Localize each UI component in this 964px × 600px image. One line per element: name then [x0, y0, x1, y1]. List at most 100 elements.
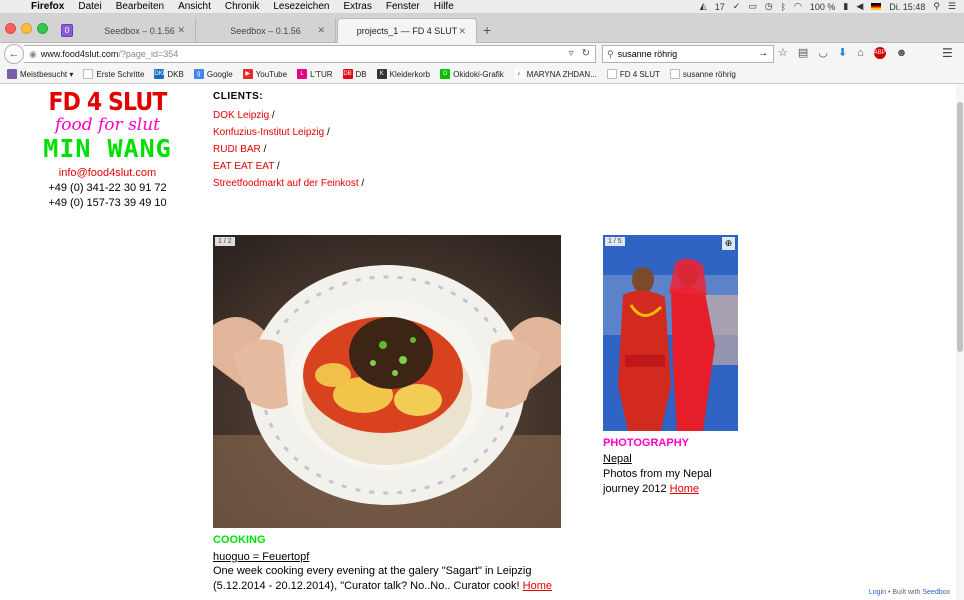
url-bar[interactable]: ◉ www.food4slut.com/?page_id=354 ▿ ↻ — [24, 45, 596, 63]
tab-close-icon[interactable]: ✕ — [458, 26, 466, 37]
check-icon[interactable]: ✓ — [733, 1, 741, 12]
window-close-button[interactable] — [5, 23, 16, 34]
battery-percent[interactable]: 100 % — [810, 2, 836, 12]
bookmark-erste-schritte[interactable]: Erste Schritte — [83, 69, 144, 79]
site-logo[interactable]: FD 4 SLUT food for slut MIN WANG info@fo… — [40, 88, 175, 211]
tab-label: projects_1 — FD 4 SLUT — [356, 26, 458, 36]
wifi-icon[interactable]: ◠ — [794, 1, 802, 12]
bookmark-youtube[interactable]: ▶ YouTube — [242, 69, 287, 79]
navigation-bar: ← ◉ www.food4slut.com/?page_id=354 ▿ ↻ ⚲… — [0, 43, 964, 65]
page-scrollbar[interactable] — [956, 84, 964, 600]
dropdown-icon[interactable]: ▿ — [569, 48, 574, 59]
window-maximize-button[interactable] — [37, 23, 48, 34]
entry-title-huoguo[interactable]: huoguo = Feuertopf — [213, 551, 309, 563]
menu-hilfe[interactable]: Hilfe — [427, 0, 461, 14]
tab-strip: 0 Seedbox – 0.1.56 ✕ Seedbox – 0.1.56 ✕ … — [0, 14, 964, 43]
volume-icon[interactable]: ◀ — [856, 1, 863, 12]
scrollbar-thumb[interactable] — [957, 102, 963, 352]
entry-title-nepal[interactable]: Nepal — [603, 453, 632, 465]
flag-de-icon[interactable] — [871, 3, 882, 10]
tab-seedbox-1[interactable]: Seedbox – 0.1.56 ✕ — [84, 18, 196, 43]
login-link[interactable]: Login — [869, 589, 886, 596]
menu-chronik[interactable]: Chronik — [218, 0, 266, 14]
client-link-konfuzius[interactable]: Konfuzius-Institut Leipzig — [213, 127, 324, 138]
logo-subtitle: food for slut — [54, 115, 161, 135]
back-button[interactable]: ← — [4, 44, 24, 64]
tab-label: Seedbox – 0.1.56 — [230, 25, 301, 36]
menu-ansicht[interactable]: Ansicht — [171, 0, 218, 14]
menu-lesezeichen[interactable]: Lesezeichen — [266, 0, 336, 14]
pinned-tab[interactable]: 0 — [56, 20, 78, 40]
onenote-icon: 0 — [61, 23, 73, 37]
page-footer: Login • Built with Seedbox — [868, 589, 950, 596]
bluetooth-icon[interactable]: ᛒ — [781, 2, 786, 12]
nepal-photo[interactable]: 1 / 5 ⊕ — [603, 235, 738, 431]
page-icon — [83, 69, 94, 79]
entry-desc-nepal: Photos from my Nepal journey 2012 Home — [603, 468, 712, 495]
contact-phone-2: +49 (0) 157-73 39 49 10 — [48, 197, 167, 209]
menu-bearbeiten[interactable]: Bearbeiten — [109, 0, 171, 14]
drive-icon[interactable]: ▭ — [748, 1, 757, 12]
web-page: FD 4 SLUT food for slut MIN WANG info@fo… — [0, 84, 964, 600]
bookmark-star-icon[interactable]: ☆ — [778, 46, 788, 59]
category-photography[interactable]: PHOTOGRAPHY — [603, 437, 689, 449]
reading-list-icon[interactable]: ▤ — [798, 46, 808, 59]
category-cooking[interactable]: COOKING — [213, 534, 266, 546]
tab-seedbox-2[interactable]: Seedbox – 0.1.56 ✕ — [196, 18, 336, 43]
client-link-rudi-bar[interactable]: RUDI BAR — [213, 144, 261, 155]
zoom-icon[interactable]: ⊕ — [722, 237, 735, 250]
spotlight-icon[interactable]: ⚲ — [933, 1, 940, 12]
time-machine-icon[interactable]: ◷ — [765, 1, 773, 12]
notification-center-icon[interactable]: ☰ — [948, 1, 956, 12]
bookmark-kleiderkorb[interactable]: K Kleiderkorb — [376, 69, 430, 79]
adblock-icon[interactable]: ABP — [873, 46, 886, 59]
clients-section: CLIENTS: DOK Leipzig / Konfuzius-Institu… — [213, 88, 364, 192]
menu-app-firefox[interactable]: Firefox — [24, 0, 71, 14]
client-link-dok-leipzig[interactable]: DOK Leipzig — [213, 110, 269, 121]
menu-fenster[interactable]: Fenster — [379, 0, 427, 14]
bookmark-fd4slut[interactable]: FD 4 SLUT — [606, 69, 660, 79]
hamburger-menu-icon[interactable]: ☰ — [942, 46, 953, 60]
home-link[interactable]: Home — [670, 483, 699, 495]
bookmark-susanne[interactable]: susanne röhrig — [669, 69, 736, 79]
noodle-dish-image — [213, 235, 561, 528]
okidoki-icon: O — [440, 69, 451, 79]
bookmark-okidoki[interactable]: O Okidoki-Grafik — [440, 69, 504, 79]
menu-datei[interactable]: Datei — [71, 0, 108, 14]
bookmark-google[interactable]: g Google — [193, 69, 233, 79]
bookmark-db[interactable]: DB DB — [342, 69, 367, 79]
search-go-icon[interactable]: → — [758, 48, 768, 59]
clock[interactable]: Di. 15:48 — [889, 2, 925, 12]
url-path: /?page_id=354 — [118, 49, 179, 59]
page-icon — [606, 69, 617, 79]
contact-email-link[interactable]: info@food4slut.com — [40, 166, 175, 181]
window-minimize-button[interactable] — [21, 23, 32, 34]
cooking-photo[interactable]: 1 / 2 — [213, 235, 561, 528]
notification-count[interactable]: 17 — [715, 2, 725, 12]
tab-projects-active[interactable]: projects_1 — FD 4 SLUT ✕ — [337, 18, 477, 43]
home-link[interactable]: Home — [523, 580, 552, 592]
home-icon[interactable]: ⌂ — [857, 47, 864, 59]
bookmark-meistbesucht[interactable]: Meistbesucht ▾ — [7, 69, 73, 79]
reload-icon[interactable]: ↻ — [582, 48, 590, 59]
download-icon[interactable]: ⬇ — [838, 46, 847, 59]
hello-icon[interactable]: ☻ — [896, 47, 908, 59]
adobe-icon[interactable]: ◭ — [700, 1, 707, 12]
tab-close-icon[interactable]: ✕ — [177, 25, 185, 36]
ltur-icon: L — [297, 69, 308, 79]
bookmark-dkb[interactable]: DKB DKB — [154, 69, 184, 79]
new-tab-button[interactable]: + — [483, 22, 491, 38]
tab-close-icon[interactable]: ✕ — [317, 25, 325, 36]
client-link-streetfoodmarkt[interactable]: Streetfoodmarkt auf der Feinkost — [213, 178, 359, 189]
search-bar[interactable]: ⚲ susanne röhrig → — [602, 45, 774, 63]
seedbox-link[interactable]: Seedbox — [922, 589, 950, 596]
bookmark-maryna[interactable]: ♪ MARYNA ZHDAN... — [513, 69, 597, 79]
menu-extras[interactable]: Extras — [337, 0, 379, 14]
pocket-icon[interactable]: ◡ — [818, 46, 828, 59]
search-input[interactable]: susanne röhrig — [618, 49, 678, 59]
client-link-eat-eat-eat[interactable]: EAT EAT EAT — [213, 161, 274, 172]
bookmark-ltur[interactable]: L L'TUR — [297, 69, 333, 79]
nepal-women-image — [603, 235, 738, 431]
built-with-text: Built with — [892, 589, 921, 596]
db-icon: DB — [342, 69, 353, 79]
